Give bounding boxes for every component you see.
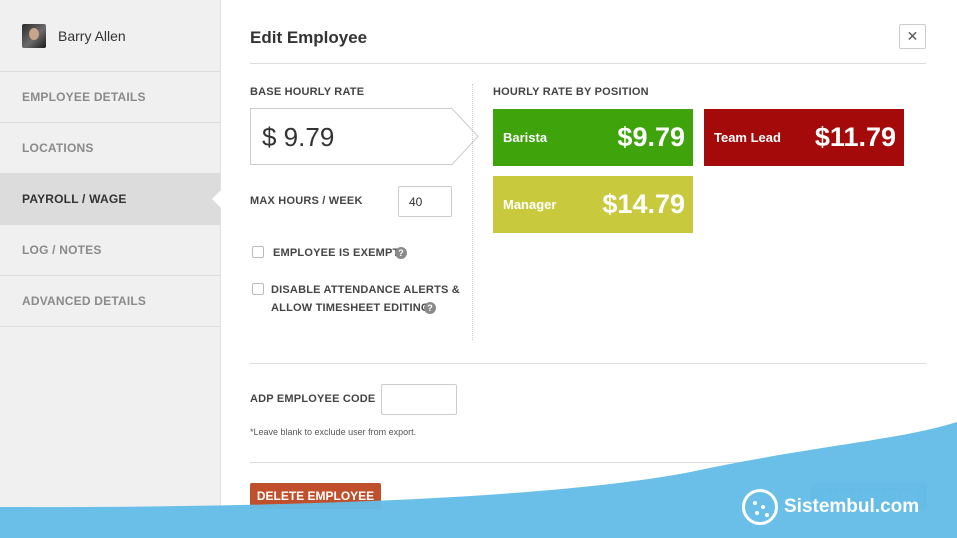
close-button[interactable]: ✕ bbox=[899, 24, 926, 49]
sidebar-item-employee-details[interactable]: EMPLOYEE DETAILS bbox=[0, 72, 220, 123]
adp-code-label: ADP EMPLOYEE CODE bbox=[250, 393, 376, 405]
adp-code-note: *Leave blank to exclude user from export… bbox=[250, 427, 417, 437]
adp-code-input[interactable] bbox=[381, 384, 457, 415]
position-card-manager[interactable]: Manager $14.79 bbox=[493, 176, 693, 233]
divider bbox=[250, 462, 926, 463]
employee-exempt-label: EMPLOYEE IS EXEMPT bbox=[273, 247, 400, 259]
sidebar-item-payroll-wage[interactable]: PAYROLL / WAGE bbox=[0, 174, 221, 225]
close-icon: ✕ bbox=[906, 28, 919, 44]
avatar bbox=[22, 23, 46, 48]
base-rate-value: $ 9.79 bbox=[262, 122, 335, 152]
position-name: Team Lead bbox=[714, 130, 781, 145]
base-rate-label: BASE HOURLY RATE bbox=[250, 86, 365, 98]
brand-logo-icon bbox=[742, 489, 778, 525]
page-title: Edit Employee bbox=[250, 28, 368, 47]
sidebar-item-log-notes[interactable]: LOG / NOTES bbox=[0, 225, 220, 276]
sidebar-item-advanced-details[interactable]: ADVANCED DETAILS bbox=[0, 276, 220, 327]
watermark-text: Sistembul.com bbox=[784, 496, 920, 517]
position-card-barista[interactable]: Barista $9.79 bbox=[493, 109, 693, 166]
sidebar: Barry Allen EMPLOYEE DETAILS LOCATIONS P… bbox=[0, 0, 221, 538]
divider bbox=[250, 63, 926, 64]
position-rate: $14.79 bbox=[602, 189, 685, 219]
position-card-team-lead[interactable]: Team Lead $11.79 bbox=[704, 109, 904, 166]
help-icon[interactable]: ? bbox=[424, 302, 436, 314]
max-hours-input[interactable]: 40 bbox=[398, 186, 452, 217]
disable-attendance-checkbox[interactable] bbox=[252, 283, 264, 295]
user-header: Barry Allen bbox=[0, 0, 220, 72]
disable-attendance-label-line2: ALLOW TIMESHEET EDITING bbox=[271, 302, 430, 314]
position-rate: $9.79 bbox=[617, 122, 685, 152]
base-rate-arrow bbox=[451, 107, 479, 166]
position-rate: $11.79 bbox=[814, 122, 896, 152]
base-rate-input[interactable]: $ 9.79 bbox=[250, 108, 452, 165]
disable-attendance-label-line1: DISABLE ATTENDANCE ALERTS & bbox=[271, 284, 460, 296]
position-name: Manager bbox=[503, 197, 557, 212]
sidebar-item-locations[interactable]: LOCATIONS bbox=[0, 123, 220, 174]
max-hours-label: MAX HOURS / WEEK bbox=[250, 195, 363, 207]
edit-employee-panel: Edit Employee ✕ BASE HOURLY RATE $ 9.79 … bbox=[221, 0, 957, 538]
positions-label: HOURLY RATE BY POSITION bbox=[493, 86, 649, 98]
delete-employee-button[interactable]: DELETE EMPLOYEE bbox=[250, 483, 381, 509]
column-divider bbox=[472, 84, 473, 340]
watermark-brand: Sistembul.com bbox=[742, 489, 919, 525]
user-name: Barry Allen bbox=[58, 27, 126, 44]
position-name: Barista bbox=[503, 130, 548, 145]
employee-exempt-checkbox[interactable] bbox=[252, 246, 264, 258]
help-icon[interactable]: ? bbox=[395, 247, 407, 259]
max-hours-value: 40 bbox=[409, 194, 423, 209]
divider bbox=[250, 363, 926, 364]
